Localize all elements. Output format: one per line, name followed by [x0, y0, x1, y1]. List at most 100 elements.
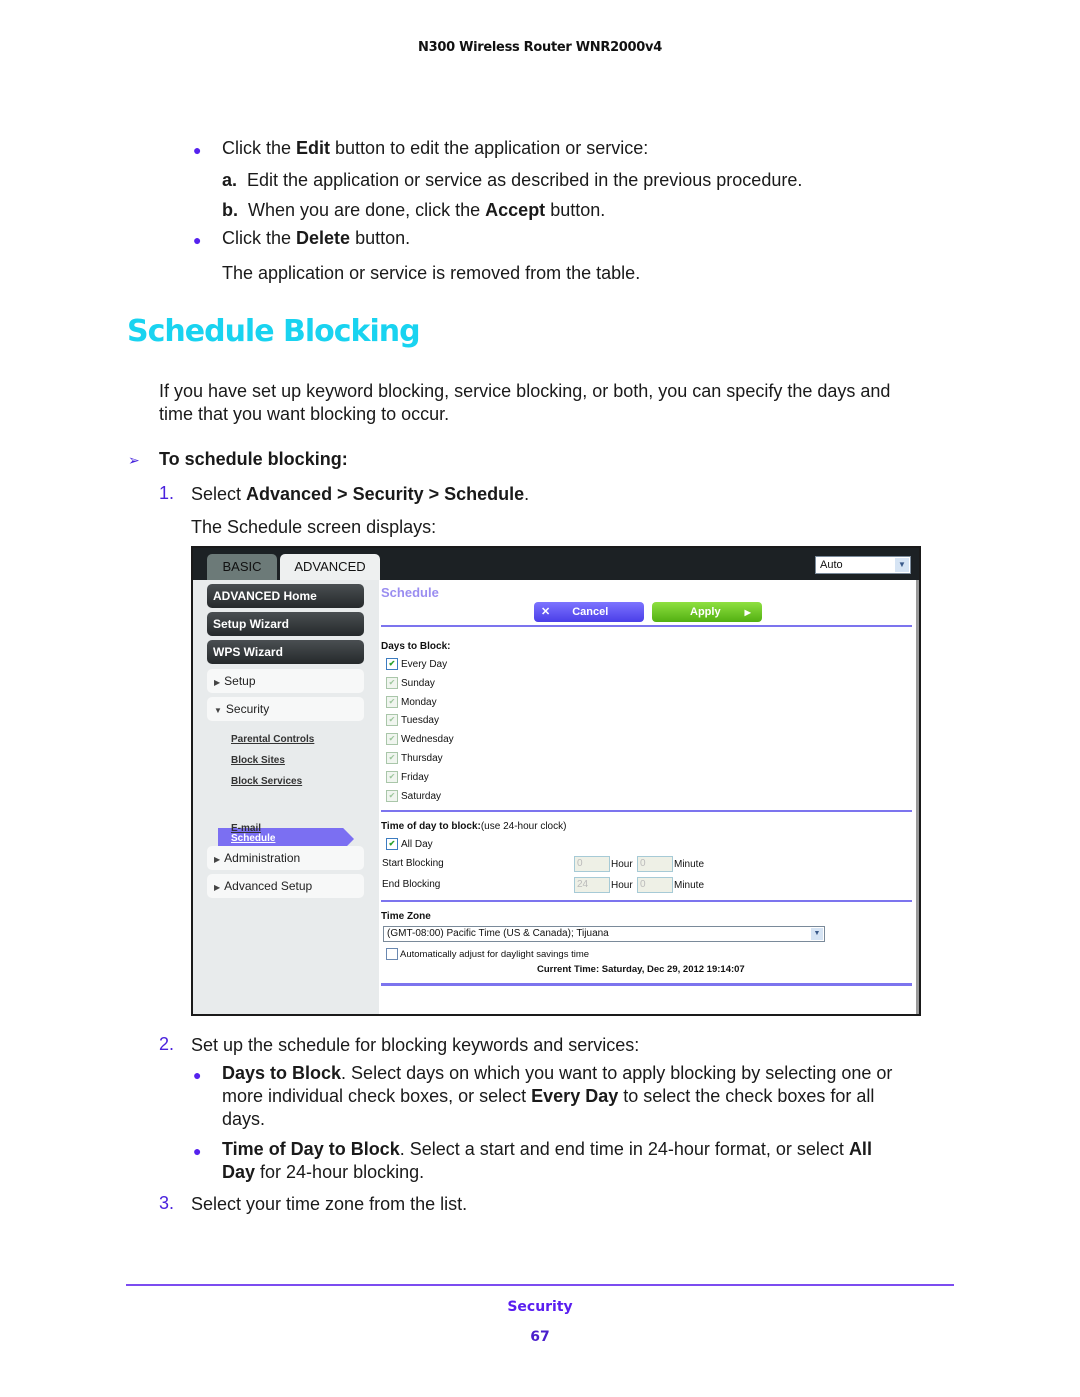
sidebar-link-block-sites[interactable]: Block Sites [231, 755, 285, 766]
router-main-panel: Schedule ✕ Cancel Apply ▶ Days to Block: ✔… [379, 580, 919, 1014]
label: Setup [224, 674, 256, 688]
tab-basic[interactable]: BASIC [207, 554, 277, 580]
text: . [524, 484, 530, 504]
sidebar-item-advanced-setup[interactable]: ▶ Advanced Setup [207, 874, 364, 898]
router-screenshot: BASIC ADVANCED Auto ▼ ADVANCED Home Setu… [191, 546, 921, 1016]
sidebar-link-block-services[interactable]: Block Services [231, 776, 302, 787]
bullet-icon: ● [193, 1143, 202, 1159]
text: Edit the application or service as descr… [247, 170, 803, 190]
section-title: Schedule Blocking [127, 314, 421, 349]
step1-result: The Schedule screen displays: [191, 517, 437, 537]
menu-path: Advanced > Security > Schedule [246, 484, 525, 504]
section-para-line1: If you have set up keyword blocking, ser… [159, 381, 891, 401]
substep-marker: b. [222, 200, 238, 220]
minute-label: Minute [674, 859, 705, 870]
time-of-day-label: Time of day to block:(use 24-hour clock) [381, 821, 566, 832]
checkbox-friday[interactable]: ✔ [386, 771, 398, 783]
checkbox-dst[interactable] [386, 948, 398, 960]
sidebar-item-security[interactable]: ▼ Security [207, 697, 364, 721]
language-value: Auto [820, 559, 843, 571]
bullet-delete: Click the Delete button. [222, 227, 410, 249]
end-minute-input[interactable]: 0 [637, 877, 673, 893]
substep-b: b. When you are done, click the Accept b… [222, 199, 605, 221]
chevron-down-icon: ▼ [811, 928, 823, 940]
label-dst: Automatically adjust for daylight saving… [400, 949, 590, 960]
checkbox-every-day[interactable]: ✔ [386, 658, 398, 670]
text: Select [191, 484, 247, 504]
text: more individual check boxes, or select [222, 1086, 532, 1106]
step-number: 3. [159, 1193, 175, 1213]
step-number: 1. [159, 483, 175, 503]
term: Days to Block [222, 1063, 342, 1083]
sidebar-item-advanced-home[interactable]: ADVANCED Home [207, 584, 364, 608]
text: Click the [222, 228, 297, 248]
days-to-block-line3: days. [222, 1109, 266, 1129]
sidebar-link-parental-controls[interactable]: Parental Controls [231, 734, 314, 745]
start-minute-input[interactable]: 0 [637, 856, 673, 872]
sidebar-item-setup-wizard[interactable]: Setup Wizard [207, 612, 364, 636]
checkbox-monday[interactable]: ✔ [386, 696, 398, 708]
start-hour-input[interactable]: 0 [574, 856, 610, 872]
label-sunday: Sunday [401, 678, 435, 689]
days-to-block-label: Days to Block: [381, 641, 451, 652]
step3-text: Select your time zone from the list. [191, 1194, 468, 1214]
section-para-line2: time that you want blocking to occur. [159, 404, 450, 424]
bullet-icon: ● [193, 142, 202, 158]
time-of-day-line2: Day for 24-hour blocking. [222, 1161, 424, 1183]
bullet-icon: ● [193, 232, 202, 248]
close-icon: ✕ [541, 606, 551, 618]
triangle-right-icon: ▶ [214, 855, 221, 864]
hour-label: Hour [611, 859, 633, 870]
apply-button[interactable]: Apply ▶ [652, 602, 762, 622]
end-hour-input[interactable]: 24 [574, 877, 610, 893]
checkbox-thursday[interactable]: ✔ [386, 752, 398, 764]
cancel-label: Cancel [572, 606, 609, 618]
text: . Select days on which you want to apply… [341, 1063, 893, 1083]
language-select[interactable]: Auto ▼ [815, 556, 911, 574]
checkbox-tuesday[interactable]: ✔ [386, 714, 398, 726]
divider [381, 983, 912, 986]
label-friday: Friday [401, 772, 429, 783]
label-all-day: All Day [401, 839, 433, 850]
current-time-value: Saturday, Dec 29, 2012 19:14:07 [601, 964, 745, 975]
triangle-right-icon: ▶ [214, 678, 221, 687]
divider [381, 625, 912, 627]
chevron-down-icon: ▼ [895, 558, 909, 572]
substep-marker: a. [222, 170, 238, 190]
tab-advanced[interactable]: ADVANCED [280, 554, 380, 580]
sidebar-item-setup[interactable]: ▶ Setup [207, 669, 364, 693]
label-bold: Time of day to block: [381, 821, 481, 832]
minute-label: Minute [674, 880, 705, 891]
bullet-icon: ● [193, 1067, 202, 1083]
label-wednesday: Wednesday [401, 734, 454, 745]
text: button. [545, 200, 606, 220]
apply-label: Apply [690, 606, 721, 618]
sidebar-link-email[interactable]: E-mail [231, 823, 261, 834]
divider [381, 810, 912, 812]
bullet-edit: Click the Edit button to edit the applic… [222, 137, 648, 159]
checkbox-wednesday[interactable]: ✔ [386, 733, 398, 745]
sidebar-item-administration[interactable]: ▶ Administration [207, 846, 364, 870]
start-blocking-label: Start Blocking [382, 858, 444, 869]
checkbox-sunday[interactable]: ✔ [386, 677, 398, 689]
text: button. [350, 228, 411, 248]
sidebar-item-wps-wizard[interactable]: WPS Wizard [207, 640, 364, 664]
step2-text: Set up the schedule for blocking keyword… [191, 1035, 640, 1055]
time-zone-select[interactable]: (GMT-08:00) Pacific Time (US & Canada); … [383, 926, 825, 942]
step1-text: Select Advanced > Security > Schedule. [191, 483, 529, 505]
hour-label: Hour [611, 880, 633, 891]
end-blocking-label: End Blocking [382, 879, 441, 890]
checkbox-saturday[interactable]: ✔ [386, 790, 398, 802]
ui-label-accept: Accept [485, 200, 546, 220]
ui-label-delete: Delete [296, 228, 351, 248]
current-time: Current Time: Saturday, Dec 29, 2012 19:… [537, 964, 745, 975]
cancel-button[interactable]: ✕ Cancel [534, 602, 644, 622]
running-header: N300 Wireless Router WNR2000v4 [418, 40, 662, 55]
label-every-day: Every Day [401, 659, 448, 670]
arrow-right-icon: ▶ [744, 608, 751, 617]
checkbox-all-day[interactable]: ✔ [386, 838, 398, 850]
text: to select the check boxes for all [618, 1086, 875, 1106]
days-to-block-line2: more individual check boxes, or select E… [222, 1085, 874, 1107]
label: Administration [224, 851, 301, 865]
time-zone-value: (GMT-08:00) Pacific Time (US & Canada); … [387, 928, 609, 939]
